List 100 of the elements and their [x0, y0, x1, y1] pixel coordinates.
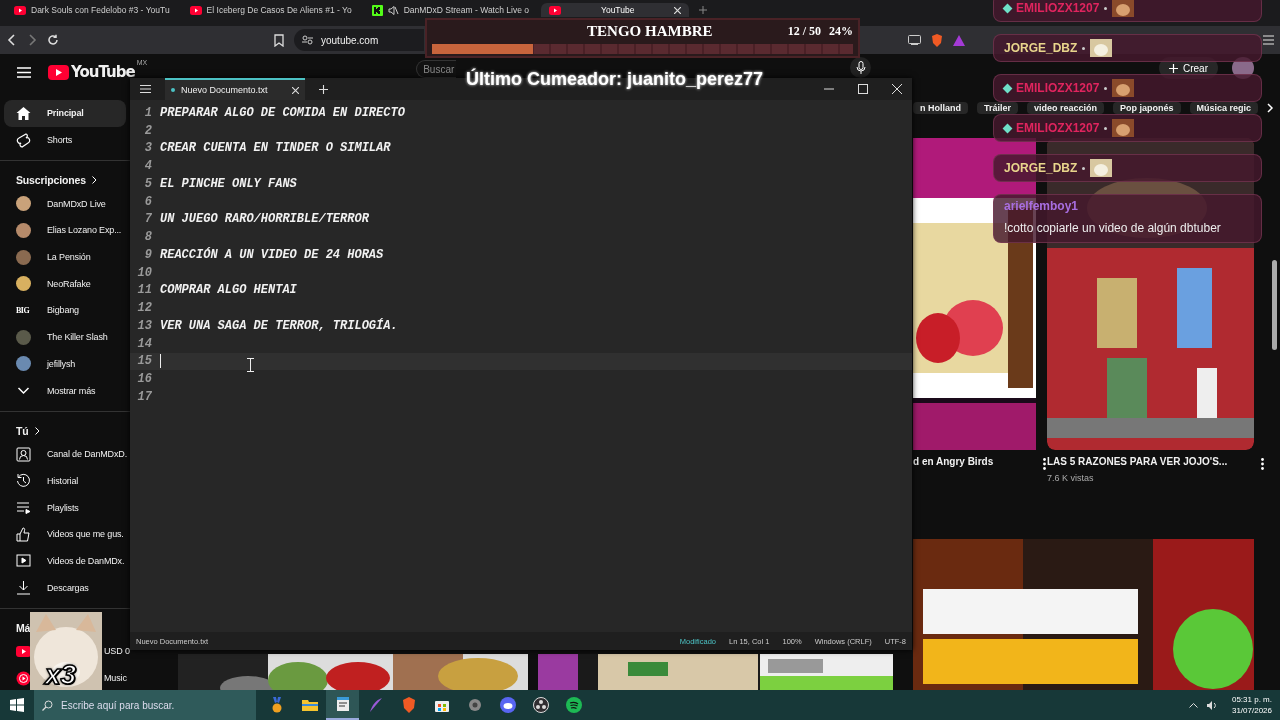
- sidebar-item[interactable]: Canal de DanMDxD.: [4, 440, 130, 468]
- more-options-icon[interactable]: [1043, 458, 1046, 470]
- document-tab[interactable]: Nuevo Documento.txt: [165, 78, 305, 100]
- maximize-icon[interactable]: [858, 84, 868, 94]
- youtube-icon: [549, 5, 561, 15]
- chevron-right-icon[interactable]: [91, 176, 97, 185]
- speaker-icon[interactable]: [1205, 699, 1218, 711]
- cast-icon[interactable]: [908, 35, 921, 45]
- filter-chip[interactable]: Pop japonés: [1113, 102, 1181, 114]
- section-heading[interactable]: Tú: [16, 424, 29, 437]
- chevron-right-icon[interactable]: [34, 426, 40, 435]
- microphone-icon: [855, 60, 866, 75]
- channel-avatar: [16, 329, 31, 345]
- chat-username: EMILIOZX1207: [1016, 1, 1100, 15]
- browser-tab[interactable]: DanMDxD Stream - Watch Live o: [363, 3, 537, 17]
- site-settings-icon[interactable]: [302, 35, 313, 45]
- goal-count: 12 / 50: [787, 23, 821, 39]
- line-number: 10: [136, 265, 152, 280]
- filter-chip[interactable]: video reacción: [1027, 102, 1105, 114]
- video-title[interactable]: d en Angry Birds: [913, 456, 994, 467]
- channel-item[interactable]: BIG Bigbang: [4, 297, 130, 324]
- youtube-logo[interactable]: YouTube: [71, 63, 135, 81]
- line-number: 15: [136, 354, 152, 369]
- sidebar-item[interactable]: Videos que me gus.: [4, 520, 130, 548]
- clock-time[interactable]: 05:31 p. m.: [1231, 694, 1272, 705]
- sidebar-item[interactable]: USD 0: [104, 646, 130, 657]
- line-number: 4: [143, 159, 152, 174]
- video-title[interactable]: LAS 5 RAZONES PARA VER JOJO'S...: [1047, 456, 1228, 467]
- channel-item[interactable]: Elias Lozano Exp...: [4, 217, 130, 244]
- channel-icon: [16, 446, 31, 462]
- browser-tab[interactable]: Dark Souls con Fedelobo #3 - YouTu: [6, 3, 178, 17]
- section-heading[interactable]: Má: [16, 622, 31, 634]
- separator-dot-icon: [1104, 6, 1108, 10]
- view-count: 7.6 K vistas: [1047, 473, 1095, 483]
- combo-counter: x3: [45, 661, 77, 689]
- sidebar-item[interactable]: Historial: [4, 467, 130, 495]
- clock-date[interactable]: 31/07/2026: [1231, 705, 1272, 716]
- chat-username: EMILIOZX1207: [1016, 121, 1100, 135]
- reload-icon[interactable]: [47, 34, 59, 46]
- channel-avatar: [16, 222, 31, 238]
- browser-tab[interactable]: El Iceberg De Casos De Aliens #1 - Yo: [181, 3, 360, 17]
- sidebar-item[interactable]: Shorts: [4, 126, 130, 154]
- filter-chip[interactable]: Tráiler: [977, 102, 1019, 114]
- start-icon[interactable]: [10, 698, 24, 712]
- sidebar-item[interactable]: Videos de DanMDx.: [4, 547, 130, 575]
- line-number: 9: [143, 247, 152, 262]
- channel-avatar: [16, 276, 31, 292]
- history-icon: [16, 473, 31, 489]
- filter-chip[interactable]: Música regic: [1189, 102, 1259, 114]
- line-number: 16: [136, 372, 152, 387]
- thumbs-up-icon: [16, 526, 31, 542]
- text-line: CREAR CUENTA EN TINDER O SIMILAR: [160, 141, 391, 156]
- line-number: 7: [143, 212, 152, 227]
- more-options-icon[interactable]: [1261, 458, 1264, 470]
- channel-item[interactable]: jefillysh: [4, 350, 130, 378]
- line-number: 2: [143, 123, 152, 138]
- browser-tab[interactable]: YouTube: [541, 3, 690, 17]
- chevron-right-icon[interactable]: [1267, 103, 1275, 113]
- separator-dot-icon: [1104, 86, 1108, 90]
- video-icon: [16, 553, 31, 569]
- channel-item[interactable]: La Pensión: [4, 243, 130, 271]
- scrollbar-thumb[interactable]: [1272, 260, 1277, 350]
- sidebar-item[interactable]: Principal: [4, 100, 126, 127]
- text-line: PREPARAR ALGO DE COMIDA EN DIRECTO: [160, 105, 405, 120]
- line-number: 3: [143, 141, 152, 156]
- voice-search-button[interactable]: [850, 57, 872, 78]
- search-field[interactable]: Buscar: [416, 60, 457, 78]
- channel-item[interactable]: The Killer Slash: [4, 323, 130, 351]
- text-caret: [160, 354, 161, 369]
- triangle-icon[interactable]: [953, 34, 965, 46]
- close-icon[interactable]: [892, 84, 902, 94]
- channel-item[interactable]: NeoRafake: [4, 270, 130, 298]
- channel-item[interactable]: DanMDxD Live: [4, 190, 130, 218]
- back-icon[interactable]: [7, 34, 17, 46]
- goal-percent: 24%: [829, 23, 853, 39]
- music-icon: [16, 670, 31, 686]
- separator-dot-icon: [1104, 126, 1108, 130]
- forward-icon[interactable]: [27, 34, 37, 46]
- download-icon: [16, 580, 31, 596]
- filter-chip[interactable]: n Holland: [913, 102, 968, 114]
- channel-avatar: [16, 196, 31, 212]
- show-hidden-icons-icon[interactable]: [1188, 702, 1198, 708]
- notepad-icon[interactable]: [326, 690, 359, 720]
- line-number: 13: [136, 318, 152, 333]
- close-icon[interactable]: [292, 86, 299, 94]
- sidebar-item[interactable]: Descargas: [4, 574, 130, 601]
- taskbar-search-field[interactable]: Escribe aquí para buscar.: [34, 690, 256, 720]
- bookmark-icon[interactable]: [274, 33, 284, 47]
- sidebar-item[interactable]: Music: [104, 673, 127, 684]
- line-number: 11: [136, 283, 152, 298]
- show-more-item[interactable]: Mostrar más: [4, 377, 130, 404]
- close-icon[interactable]: [674, 6, 682, 14]
- address-bar[interactable]: youtube.com: [294, 29, 424, 51]
- text-line: REACCIÓN A UN VIDEO DE 24 HORAS: [160, 247, 384, 262]
- lion-shield-icon[interactable]: [931, 33, 943, 47]
- playlist-icon: [16, 500, 31, 516]
- section-heading[interactable]: Suscripciones: [16, 174, 86, 187]
- sidebar-item[interactable]: Playlists: [4, 494, 130, 521]
- youtube-icon: [14, 5, 26, 15]
- home-icon: [16, 106, 31, 120]
